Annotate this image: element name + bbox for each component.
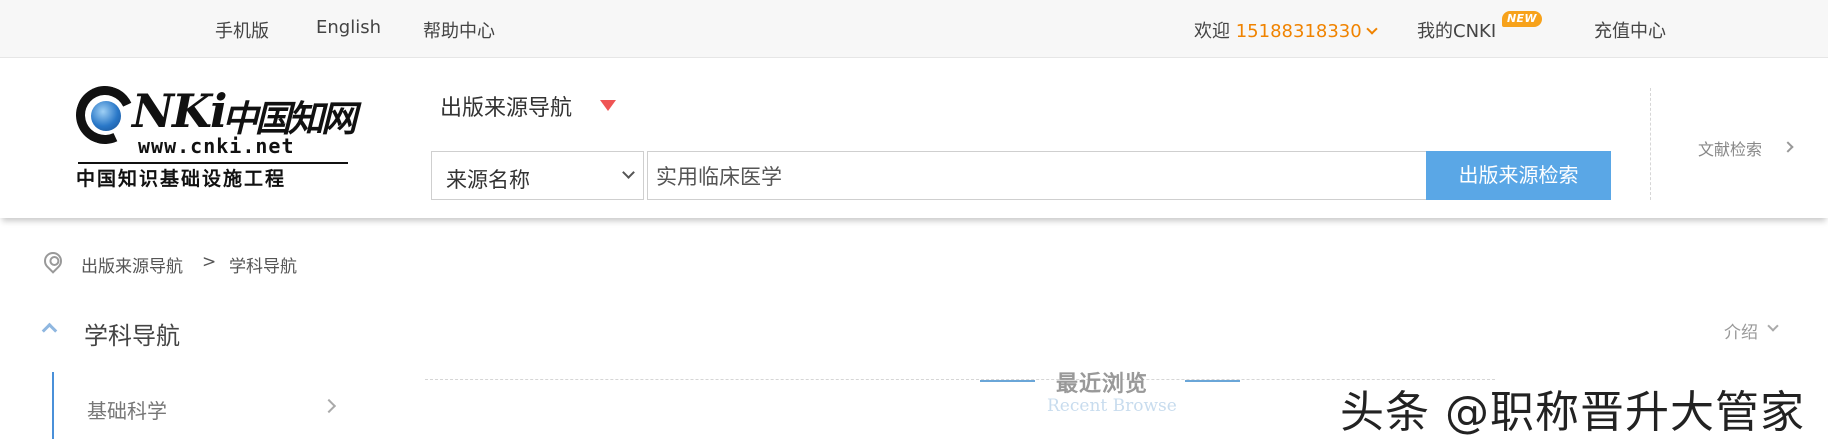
source-search-button[interactable]: 出版来源检索 (1426, 151, 1611, 200)
my-cnki-link[interactable]: 我的CNKI (1417, 17, 1496, 43)
caret-up-icon[interactable] (41, 322, 58, 339)
recent-left-rule (980, 380, 1035, 382)
cnki-logo[interactable]: NKi 中国知网 www.cnki.net 中国知识基础设施工程 (67, 77, 357, 190)
chevron-down-icon[interactable] (1767, 320, 1779, 332)
chevron-down-icon (1366, 23, 1378, 35)
recent-right-rule (1185, 380, 1240, 382)
welcome-label: 欢迎 (1194, 21, 1230, 42)
top-bar: 手机版 English 帮助中心 欢迎 15188318330 我的CNKI N… (0, 0, 1828, 58)
breadcrumb-separator: > (202, 252, 217, 272)
breadcrumb-subject-nav[interactable]: 学科导航 (229, 252, 297, 277)
new-badge: NEW (1502, 11, 1542, 27)
search-input[interactable] (647, 151, 1427, 200)
select-value: 来源名称 (446, 168, 530, 192)
source-nav-dropdown[interactable]: 出版来源导航 (440, 90, 572, 122)
username: 15188318330 (1235, 21, 1362, 42)
header: NKi 中国知网 www.cnki.net 中国知识基础设施工程 出版来源导航 … (0, 58, 1828, 218)
location-pin-icon (40, 248, 66, 274)
breadcrumb-source-nav[interactable]: 出版来源导航 (81, 252, 183, 277)
recharge-center-link[interactable]: 充值中心 (1594, 17, 1666, 43)
subject-nav-title[interactable]: 学科导航 (84, 316, 180, 351)
section-dashed-divider (425, 379, 1495, 380)
logo-letters: NKi (132, 84, 228, 138)
triangle-down-icon[interactable] (600, 100, 616, 111)
source-field-select[interactable]: 来源名称 (431, 151, 644, 200)
help-center-link[interactable]: 帮助中心 (423, 17, 495, 43)
recent-browse-subtitle: Recent Browse (1047, 396, 1177, 416)
watermark: 头条 @职称晋升大管家 (1340, 387, 1805, 438)
chevron-right-icon[interactable] (321, 398, 337, 414)
logo-url: www.cnki.net (138, 134, 295, 158)
intro-toggle[interactable]: 介绍 (1724, 318, 1758, 343)
divider (1650, 88, 1651, 200)
sidebar-accent-line (52, 372, 54, 439)
sidebar-item-basic-science[interactable]: 基础科学 (87, 395, 167, 424)
recent-browse-title: 最近浏览 (1056, 372, 1149, 397)
english-link[interactable]: English (316, 17, 381, 38)
logo-subtitle: 中国知识基础设施工程 (76, 168, 287, 190)
globe-icon (91, 101, 121, 131)
mobile-version-link[interactable]: 手机版 (215, 17, 269, 43)
chevron-right-icon[interactable] (1782, 141, 1794, 153)
chevron-down-icon (622, 166, 635, 179)
literature-search-link[interactable]: 文献检索 (1698, 136, 1762, 160)
user-menu[interactable]: 欢迎 15188318330 (1194, 17, 1378, 43)
